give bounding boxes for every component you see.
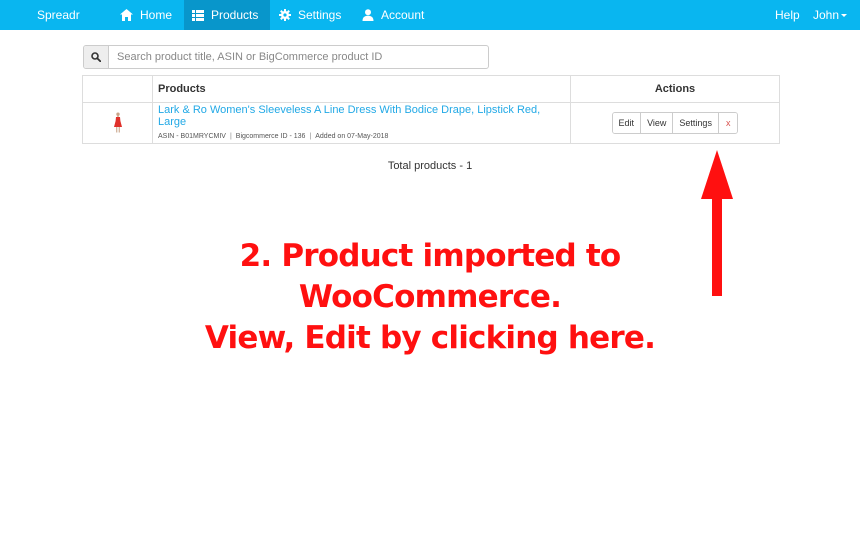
product-thumbnail[interactable]: [113, 112, 123, 134]
meta-separator: |: [229, 133, 232, 140]
annotation-line-1: 2. Product imported to WooCommerce.: [239, 238, 622, 315]
product-thumbnail-cell: [82, 102, 153, 144]
table-row: Lark & Ro Women's Sleeveless A Line Dres…: [82, 102, 780, 144]
search-bar: [83, 45, 489, 69]
user-menu[interactable]: John: [806, 0, 852, 30]
header-products: Products: [152, 75, 571, 103]
edit-button[interactable]: Edit: [612, 113, 642, 133]
action-button-group: Edit View Settings x: [611, 112, 739, 134]
meta-separator: |: [309, 133, 312, 140]
annotation-line-2: View, Edit by clicking here.: [204, 320, 656, 356]
product-bigcommerce-id: Bigcommerce ID - 136: [235, 133, 306, 140]
brand-logo[interactable]: Spreadr: [37, 0, 80, 30]
nav-help[interactable]: Help: [766, 0, 802, 30]
product-meta: ASIN - B01MRYCMIV | Bigcommerce ID - 136 | A…: [158, 133, 570, 140]
product-info-cell: Lark & Ro Women's Sleeveless A Line Dres…: [152, 102, 571, 144]
product-asin: ASIN - B01MRYCMIV: [158, 133, 226, 140]
product-actions-cell: Edit View Settings x: [570, 102, 780, 144]
annotation-text: 2. Product imported to WooCommerce. View…: [120, 236, 740, 359]
user-name: John: [813, 8, 840, 22]
list-icon: [192, 9, 204, 21]
product-added-date: Added on 07-May-2018: [315, 133, 389, 140]
nav-home-label: Home: [140, 8, 173, 22]
nav-home[interactable]: Home: [112, 0, 184, 30]
nav-account-label: Account: [381, 8, 425, 22]
products-table: Products Actions Lark & Ro Women's Sleev…: [82, 75, 780, 144]
view-button[interactable]: View: [641, 113, 674, 133]
caret-down-icon: [841, 14, 848, 17]
top-navbar: Spreadr Home Products Settings Account H…: [0, 0, 860, 30]
table-header-row: Products Actions: [82, 75, 780, 103]
nav-products-label: Products: [211, 8, 259, 22]
product-title-link[interactable]: Lark & Ro Women's Sleeveless A Line Dres…: [158, 104, 570, 128]
search-icon: [91, 52, 101, 62]
header-image: [82, 75, 153, 103]
search-button[interactable]: [84, 46, 109, 68]
nav-settings-label: Settings: [298, 8, 342, 22]
nav-settings[interactable]: Settings: [270, 0, 352, 30]
nav-products[interactable]: Products: [184, 0, 270, 30]
user-icon: [362, 9, 374, 21]
delete-button[interactable]: x: [718, 113, 738, 133]
settings-button[interactable]: Settings: [673, 113, 719, 133]
gear-icon: [279, 9, 291, 21]
home-icon: [120, 9, 133, 21]
search-input[interactable]: [109, 46, 488, 68]
header-actions: Actions: [570, 75, 780, 103]
nav-account[interactable]: Account: [352, 0, 442, 30]
